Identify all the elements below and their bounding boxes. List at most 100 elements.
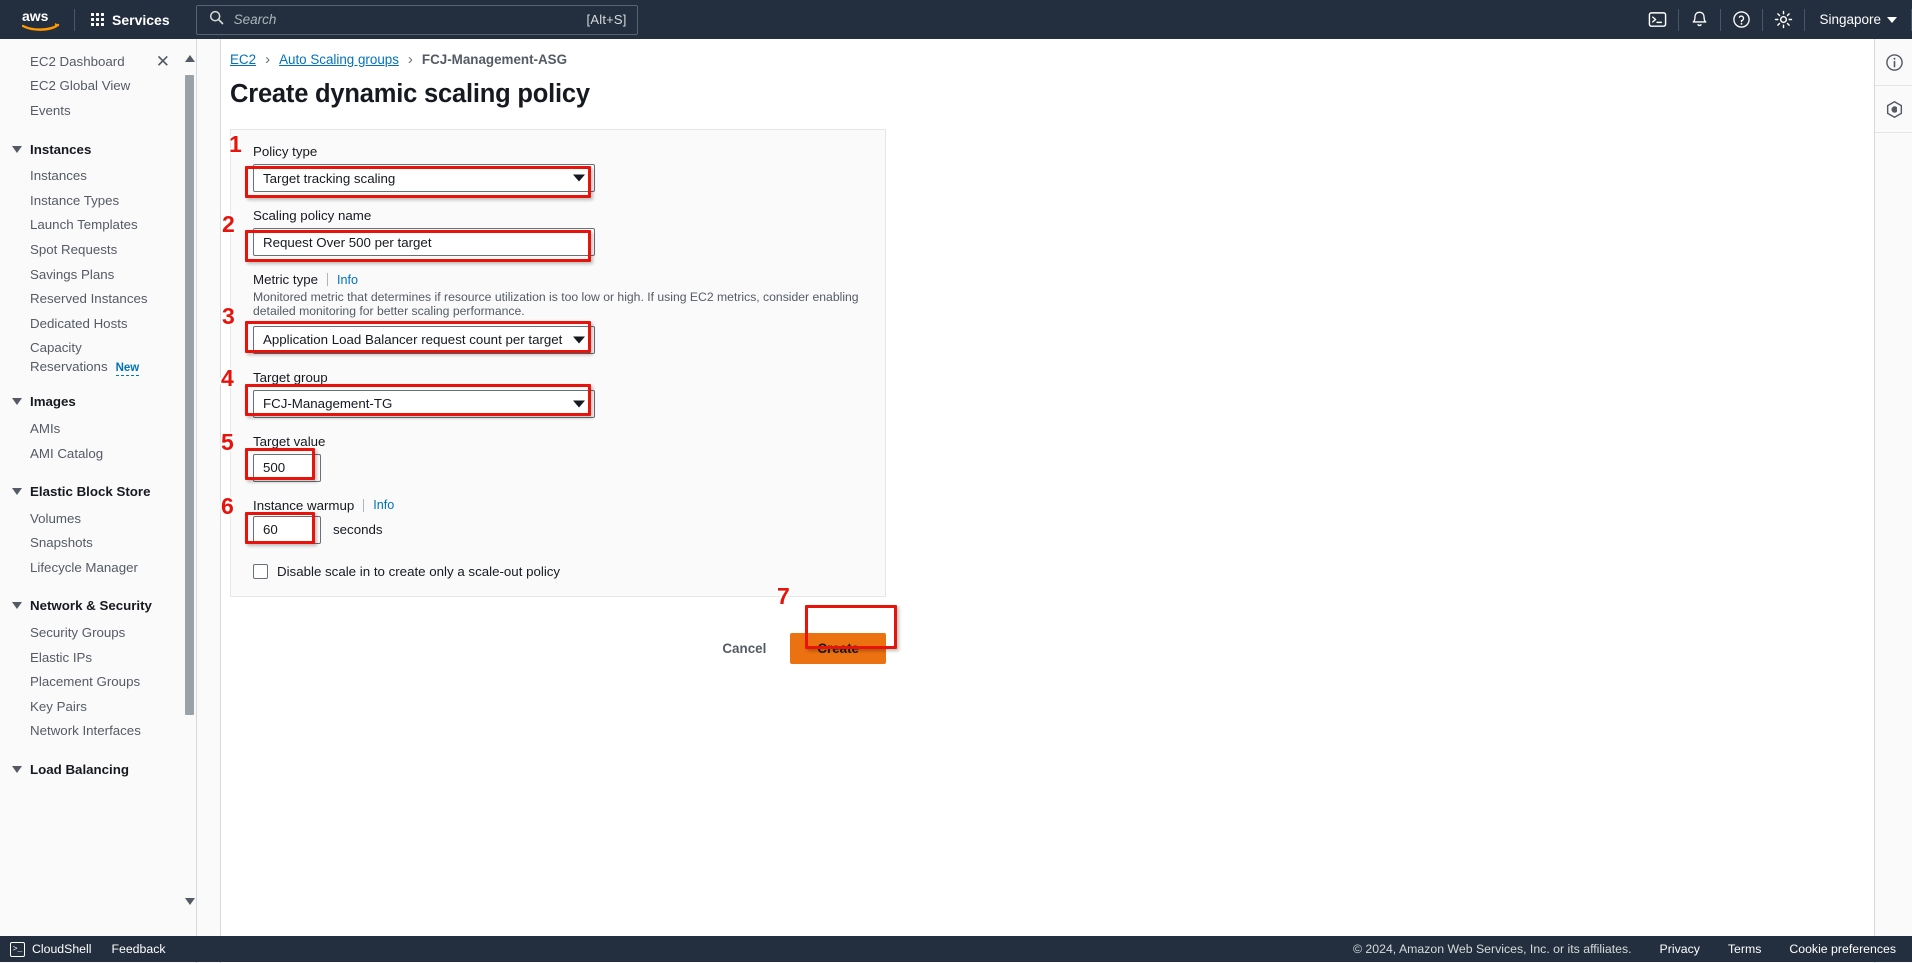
chevron-down-icon (12, 602, 22, 609)
step-marker-5: 5 (221, 429, 234, 456)
footer-link-privacy[interactable]: Privacy (1660, 942, 1700, 956)
main-content: EC2 › Auto Scaling groups › FCJ-Manageme… (222, 39, 1874, 963)
step-marker-6: 6 (221, 493, 234, 520)
breadcrumb-item-auto-scaling-groups[interactable]: Auto Scaling groups (279, 52, 399, 67)
cloudshell-button[interactable]: >_ CloudShell (10, 942, 91, 957)
sidebar-item-label: Placement Groups (30, 674, 140, 689)
field-target-value: Target value 500 (253, 434, 863, 482)
breadcrumb-separator-icon: › (265, 51, 270, 68)
close-icon[interactable]: ✕ (156, 53, 170, 70)
footer-link-terms[interactable]: Terms (1728, 942, 1761, 956)
scaling-policy-form-card: Policy type Target tracking scaling Scal… (230, 129, 886, 597)
label-divider (363, 499, 364, 512)
chevron-down-icon (12, 766, 22, 773)
settings-gear-icon[interactable] (1763, 0, 1804, 39)
sidebar-item-label: Key Pairs (30, 699, 87, 714)
region-label: Singapore (1819, 12, 1881, 27)
step-marker-3: 3 (222, 303, 235, 330)
step-marker-7: 7 (777, 583, 790, 610)
disable-scale-in-row[interactable]: Disable scale in to create only a scale-… (253, 564, 863, 579)
settings-hexagon-icon[interactable] (1875, 86, 1912, 133)
breadcrumb: EC2 › Auto Scaling groups › FCJ-Manageme… (230, 51, 1874, 68)
step-marker-2: 2 (222, 211, 235, 238)
sidebar-item-label: Savings Plans (30, 267, 114, 282)
create-button[interactable]: Create (790, 633, 886, 664)
instance-warmup-value: 60 (263, 522, 278, 537)
cloudshell-icon[interactable] (1637, 0, 1678, 39)
breadcrumb-item-current: FCJ-Management-ASG (422, 52, 567, 67)
feedback-button[interactable]: Feedback (111, 942, 165, 956)
instance-warmup-label: Instance warmup (253, 498, 354, 513)
sidebar-item-label: Spot Requests (30, 242, 117, 257)
sidebar-item-label: Instance Types (30, 193, 119, 208)
nav-divider (74, 9, 75, 31)
sidebar-item-label: EC2 Global View (30, 78, 130, 93)
sidebar-divider (196, 39, 197, 963)
sidebar-item-label: Dedicated Hosts (30, 316, 128, 331)
step-marker-4: 4 (221, 365, 234, 392)
target-value-value: 500 (263, 460, 285, 475)
cancel-button[interactable]: Cancel (718, 635, 770, 662)
global-search-box[interactable]: [Alt+S] (196, 5, 638, 35)
help-question-icon[interactable] (1721, 0, 1762, 39)
region-selector[interactable]: Singapore (1805, 0, 1911, 39)
chevron-down-icon (12, 488, 22, 495)
metric-type-description: Monitored metric that determines if reso… (253, 290, 880, 319)
sidebar-group-label: Instances (30, 142, 91, 157)
chevron-down-icon (1887, 17, 1897, 23)
metric-type-select[interactable]: Application Load Balancer request count … (253, 326, 595, 354)
nav-right-group: Singapore (1637, 0, 1912, 39)
metric-type-info-link[interactable]: Info (337, 273, 358, 287)
search-input[interactable] (232, 11, 587, 28)
policy-type-value: Target tracking scaling (263, 171, 395, 186)
right-rail (1874, 39, 1912, 963)
sidebar-group-label: Network & Security (30, 598, 152, 613)
field-metric-type: Metric type Info Monitored metric that d… (253, 272, 863, 354)
instance-warmup-unit: seconds (333, 522, 383, 537)
label-divider (327, 273, 328, 286)
services-menu-button[interactable]: Services (81, 6, 180, 34)
cloudshell-label: CloudShell (32, 942, 91, 956)
instance-warmup-info-link[interactable]: Info (373, 498, 394, 512)
sidebar-item-label: Lifecycle Manager (30, 560, 138, 575)
svg-text:aws: aws (22, 8, 49, 24)
sidebar-item-label: EC2 Dashboard (30, 54, 125, 69)
sidebar-item-label: Volumes (30, 511, 81, 526)
breadcrumb-item-ec2[interactable]: EC2 (230, 52, 256, 67)
sidebar-item-label: Instances (30, 168, 87, 183)
footer-link-cookie-preferences[interactable]: Cookie preferences (1789, 942, 1896, 956)
scroll-down-arrow-icon[interactable] (185, 898, 195, 905)
sidebar-item-label: Snapshots (30, 535, 93, 550)
form-actions: Cancel Create (230, 633, 886, 664)
aws-logo[interactable]: aws (14, 8, 68, 32)
disable-scale-in-checkbox[interactable] (253, 564, 268, 579)
sidebar-item-label-line1: Capacity (30, 338, 139, 357)
top-navigation-bar: aws Services [Alt+S] (0, 0, 1912, 39)
metric-type-label-row: Metric type Info (253, 272, 863, 287)
copyright-text: © 2024, Amazon Web Services, Inc. or its… (1353, 942, 1632, 956)
policy-type-select[interactable]: Target tracking scaling (253, 164, 595, 192)
sidebar-scrollbar[interactable] (183, 39, 197, 963)
instance-warmup-input[interactable]: 60 (253, 516, 321, 544)
policy-type-label: Policy type (253, 144, 863, 159)
target-group-select[interactable]: FCJ-Management-TG (253, 390, 595, 418)
sidebar-item-label: Reserved Instances (30, 291, 148, 306)
notifications-bell-icon[interactable] (1679, 0, 1720, 39)
chevron-down-icon (573, 400, 585, 407)
search-icon (209, 10, 224, 30)
footer-right-group: © 2024, Amazon Web Services, Inc. or its… (1353, 942, 1896, 956)
disable-scale-in-label[interactable]: Disable scale in to create only a scale-… (277, 564, 560, 579)
sidebar-scrollbar-thumb[interactable] (185, 75, 194, 715)
scroll-up-arrow-icon[interactable] (185, 55, 195, 62)
policy-name-input[interactable]: Request Over 500 per target (253, 228, 595, 256)
chevron-down-icon (12, 398, 22, 405)
footer-bar: >_ CloudShell Feedback © 2024, Amazon We… (0, 936, 1912, 962)
info-circle-icon[interactable] (1875, 39, 1912, 86)
sidebar-item-label-line2: ReservationsNew (30, 357, 139, 378)
sidebar-item-label: Security Groups (30, 625, 125, 640)
page-title: Create dynamic scaling policy (230, 80, 1874, 109)
target-value-input[interactable]: 500 (253, 454, 321, 482)
new-badge: New (116, 362, 140, 376)
cloudshell-icon: >_ (10, 942, 25, 957)
instance-warmup-label-row: Instance warmup Info (253, 498, 863, 513)
